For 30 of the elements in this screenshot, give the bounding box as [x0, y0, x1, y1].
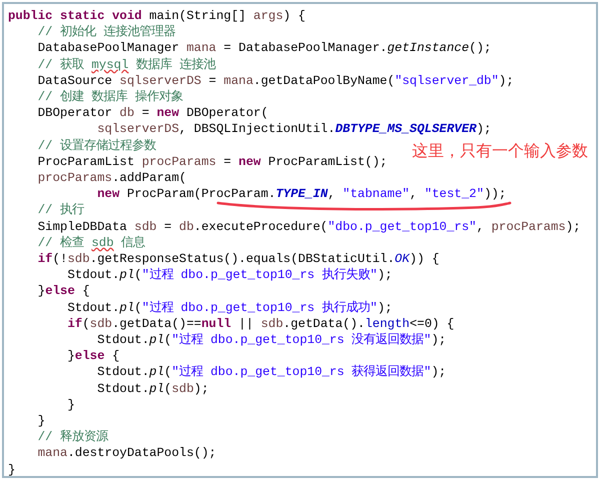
code-line: Stdout.pl("过程 dbo.p_get_top10_rs 获得返回数据"); [96, 364, 446, 381]
code-line: } [8, 462, 16, 478]
code-line: new ProcParam(ProcParam.TYPE_IN, "tabname", "test_2")); [96, 186, 506, 202]
code-line: } [66, 396, 75, 414]
code-line: DatabasePoolManager mana = DatabasePoolManager.getInstance(); [36, 40, 492, 57]
code-line: DBOperator db = new DBOperator( [36, 105, 268, 122]
code-line: DataSource sqlserverDS = mana.getDataPoolByName("sqlserver_db"); [36, 72, 514, 90]
code-line: } [36, 413, 46, 430]
code-line: procParams.addParam( [36, 170, 186, 186]
code-line: Stdout.pl("过程 dbo.p_get_top10_rs 执行成功"); [66, 300, 392, 316]
code-line: Stdout.pl("过程 dbo.p_get_top10_rs 执行失败"); [66, 267, 392, 284]
code-line: if(!sdb.getResponseStatus().equals(DBStaticUtil.OK)) { [36, 251, 440, 268]
code-line: ProcParamList procParams = new ProcParamList(); [36, 154, 388, 170]
code-line: // 创建 数据库 操作对象 [36, 89, 183, 106]
code-line: if(sdb.getData()==null || sdb.getData().length<=0) { [66, 316, 454, 332]
code-line: Stdout.pl("过程 dbo.p_get_top10_rs 没有返回数据"); [96, 332, 446, 348]
code-line: mana.destroyDataPools(); [36, 445, 216, 462]
annotation-note: 这里，只有一个输入参数 [412, 142, 588, 162]
code-line: SimpleDBData sdb = db.executeProcedure("dbo.p_get_top10_rs", procParams); [36, 218, 581, 235]
code-line: sqlserverDS, DBSQLInjectionUtil.DBTYPE_MS_SQLSERVER); [96, 121, 492, 138]
code-line: // 初始化 连接池管理器 [36, 24, 176, 40]
code-line: Stdout.pl(sdb); [96, 380, 209, 397]
code-line: // 检查 sdb 信息 [36, 234, 146, 252]
code-line: // 设置存储过程参数 [36, 138, 156, 154]
code-line: }else { [66, 348, 120, 364]
code-line: public static void main(String[] args) { [8, 8, 306, 24]
code-line: }else { [36, 283, 90, 300]
code-line: // 获取 mysql 数据库 连接池 [36, 56, 216, 73]
code-line: // 执行 [36, 202, 84, 219]
code-line: // 释放资源 [36, 429, 108, 446]
